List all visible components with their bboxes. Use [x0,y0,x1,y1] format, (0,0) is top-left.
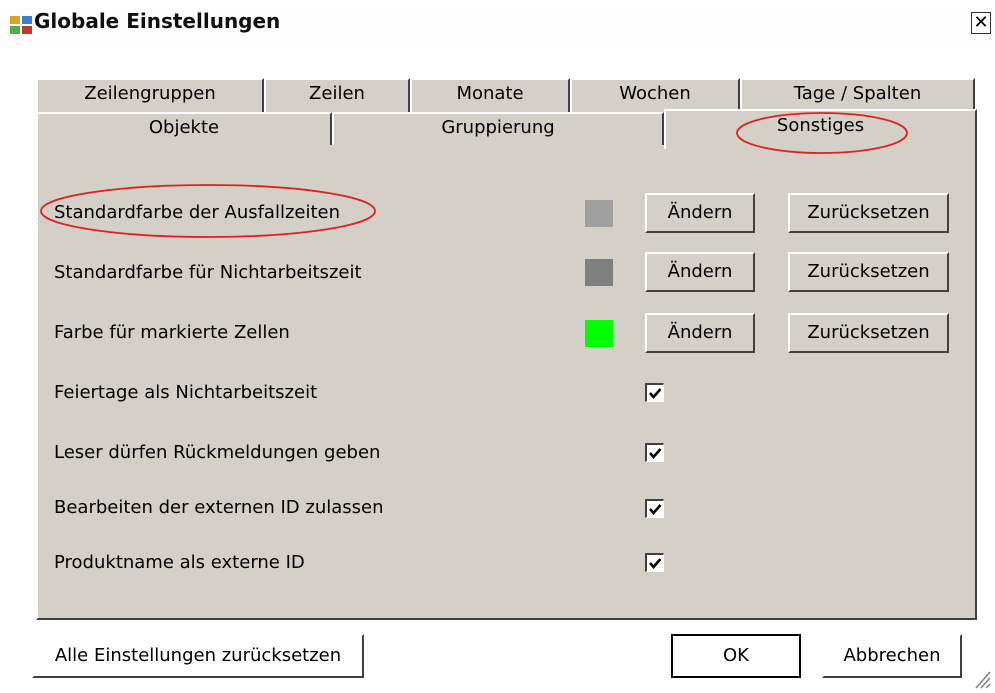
ok-button[interactable]: OK [671,634,801,678]
tab-monate[interactable]: Monate [410,78,570,113]
tab-label: Wochen [619,83,691,104]
tab-label: Zeilen [309,83,365,104]
checkmark-icon [649,388,662,399]
checkmark-icon [649,448,662,459]
change-nichtarbeitszeit-button[interactable]: Ändern [645,252,755,292]
ausfallzeiten-color-swatch [585,200,613,227]
tab-gruppierung[interactable]: Gruppierung [332,112,664,147]
tab-label: Objekte [148,117,220,138]
cancel-button[interactable]: Abbrechen [822,634,962,678]
ausfallzeiten-label: Standardfarbe der Ausfallzeiten [54,202,341,223]
feiertage-checkbox[interactable] [645,383,664,402]
tab-label: Gruppierung [441,117,555,138]
change-markierte-zellen-button[interactable]: Ändern [645,313,755,353]
tab-tage-spalten[interactable]: Tage / Spalten [740,78,975,113]
tab-wochen[interactable]: Wochen [570,78,740,113]
markierte-zellen-color-swatch [585,320,613,347]
tab-zeilen[interactable]: Zeilen [264,78,410,113]
title-bar[interactable]: Globale Einstellungen ✕ [0,0,995,48]
reset-markierte-zellen-button[interactable]: Zurücksetzen [788,313,949,353]
tab-objekte[interactable]: Objekte [36,112,332,147]
checkmark-icon [649,504,662,515]
tab-label: Monate [456,83,524,104]
reset-all-settings-button[interactable]: Alle Einstellungen zurücksetzen [32,634,364,678]
app-icon [10,16,32,34]
nichtarbeitszeit-color-swatch [585,259,613,286]
leser-rueckmeldungen-checkbox[interactable] [645,443,664,462]
settings-dialog: Globale Einstellungen ✕ Zeilengruppen Ze… [0,0,995,693]
leser-rueckmeldungen-label: Leser dürfen Rückmeldungen geben [54,442,381,463]
tab-label: Sonstiges [776,115,865,136]
produktname-externe-id-checkbox[interactable] [645,553,664,572]
close-icon[interactable]: ✕ [971,12,991,34]
feiertage-label: Feiertage als Nichtarbeitszeit [54,382,318,403]
nichtarbeitszeit-label: Standardfarbe für Nichtarbeitszeit [54,262,362,283]
change-ausfallzeiten-button[interactable]: Ändern [645,193,755,233]
window-title: Globale Einstellungen [34,9,281,33]
externe-id-bearbeiten-label: Bearbeiten der externen ID zulassen [54,497,384,518]
checkmark-icon [649,558,662,569]
tab-zeilengruppen[interactable]: Zeilengruppen [36,78,264,113]
reset-nichtarbeitszeit-button[interactable]: Zurücksetzen [788,252,949,292]
tab-label: Zeilengruppen [84,83,216,104]
tab-sonstiges[interactable]: Sonstiges [664,109,977,149]
resize-grip-icon[interactable] [972,668,992,690]
markierte-zellen-label: Farbe für markierte Zellen [54,322,290,343]
tab-label: Tage / Spalten [793,83,922,104]
externe-id-bearbeiten-checkbox[interactable] [645,499,664,518]
produktname-externe-id-label: Produktname als externe ID [54,552,305,573]
reset-ausfallzeiten-button[interactable]: Zurücksetzen [788,193,949,233]
